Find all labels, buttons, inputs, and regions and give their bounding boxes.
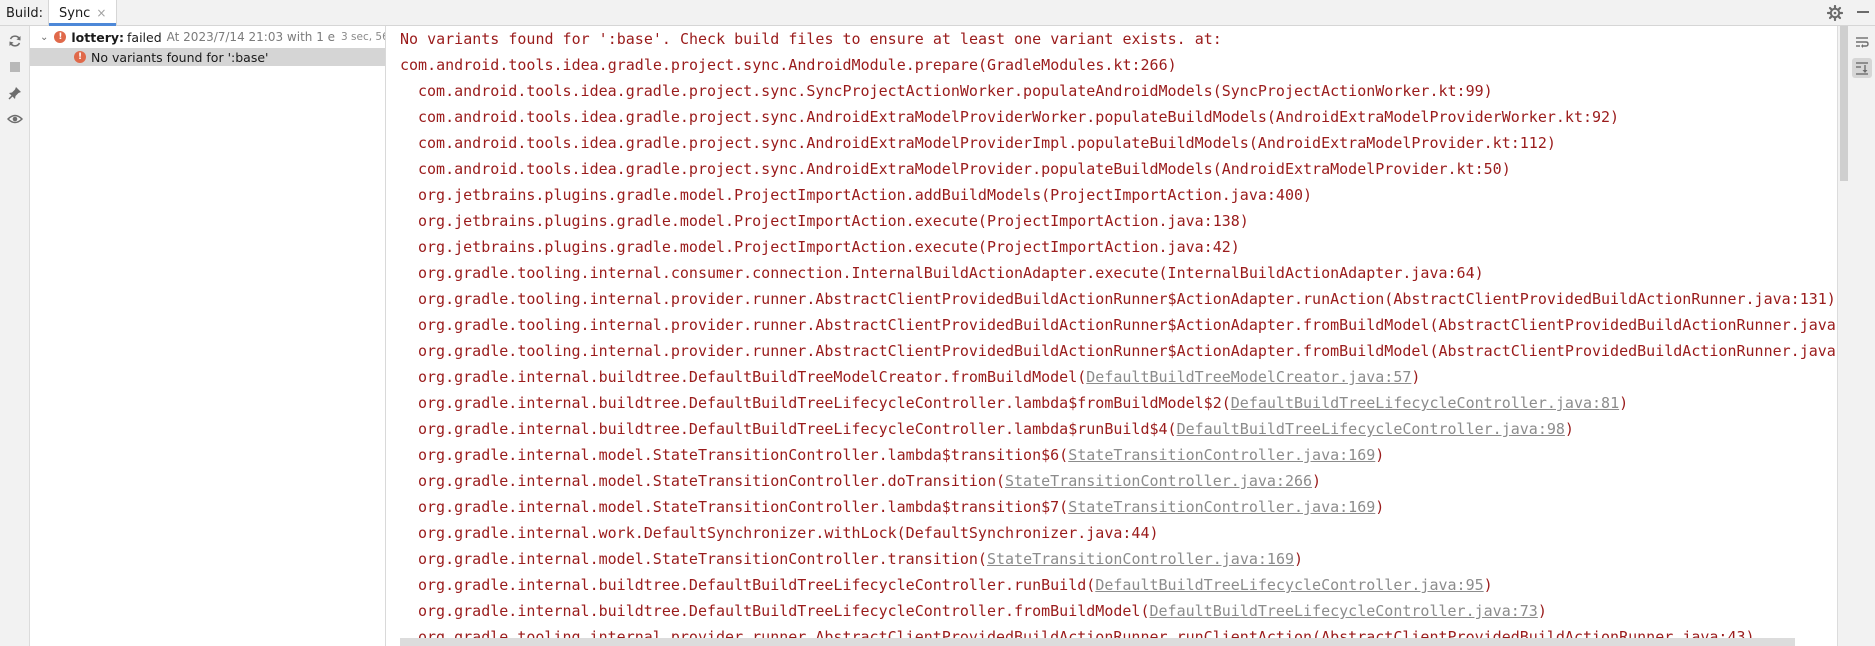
tab-sync-label: Sync [59, 5, 91, 21]
minimize-icon[interactable] [1857, 11, 1869, 13]
pin-icon[interactable] [6, 84, 24, 102]
tool-window-header: Build: Sync × [0, 0, 1875, 26]
source-link[interactable]: StateTransitionController.java:169 [987, 550, 1294, 568]
stack-line: org.gradle.internal.buildtree.DefaultBui… [418, 394, 1629, 412]
tree-child-row[interactable]: ! No variants found for ':base' [30, 48, 385, 66]
right-toolbar [1837, 26, 1875, 646]
source-link[interactable]: StateTransitionController.java:169 [1068, 446, 1375, 464]
stack-line: com.android.tools.idea.gradle.project.sy… [418, 160, 1511, 178]
stack-line: org.gradle.internal.model.StateTransitio… [418, 550, 1304, 568]
build-duration: 3 sec, 56 ms [341, 31, 385, 43]
build-status: failed [127, 29, 162, 45]
stack-line: org.gradle.tooling.internal.provider.run… [418, 290, 1836, 308]
tree-child-label: No variants found for ':base' [91, 49, 269, 65]
gear-icon[interactable] [1825, 3, 1845, 23]
project-name: lottery: [71, 29, 125, 45]
stack-line: org.jetbrains.plugins.gradle.model.Proje… [418, 238, 1240, 256]
stack-line: org.gradle.internal.buildtree.DefaultBui… [418, 368, 1421, 386]
horizontal-scrollbar[interactable] [400, 638, 1795, 646]
console-output[interactable]: No variants found for ':base'. Check bui… [387, 26, 1837, 646]
stack-line: org.gradle.tooling.internal.provider.run… [418, 316, 1837, 334]
stack-line: com.android.tools.idea.gradle.project.sy… [418, 82, 1493, 100]
stack-line: org.gradle.tooling.internal.provider.run… [418, 342, 1837, 360]
chevron-down-icon[interactable]: ⌄ [40, 32, 48, 43]
error-message: No variants found for ':base'. Check bui… [400, 30, 1222, 48]
tab-sync[interactable]: Sync × [48, 0, 118, 26]
close-icon[interactable]: × [96, 7, 106, 19]
source-link[interactable]: StateTransitionController.java:266 [1005, 472, 1312, 490]
stack-line: org.gradle.internal.buildtree.DefaultBui… [418, 420, 1574, 438]
eye-icon[interactable] [6, 110, 24, 128]
source-link[interactable]: DefaultBuildTreeLifecycleController.java… [1150, 602, 1538, 620]
stack-line: org.gradle.internal.model.StateTransitio… [418, 472, 1322, 490]
stack-line: org.gradle.internal.buildtree.DefaultBui… [418, 576, 1493, 594]
stack-line: org.jetbrains.plugins.gradle.model.Proje… [418, 212, 1249, 230]
source-link[interactable]: StateTransitionController.java:169 [1068, 498, 1375, 516]
source-link[interactable]: DefaultBuildTreeLifecycleController.java… [1095, 576, 1483, 594]
source-link[interactable]: DefaultBuildTreeLifecycleController.java… [1231, 394, 1619, 412]
error-icon: ! [74, 51, 86, 63]
build-timestamp: At 2023/7/14 21:03 with 1 e [166, 30, 336, 44]
error-icon: ! [54, 31, 67, 43]
source-link[interactable]: DefaultBuildTreeLifecycleController.java… [1177, 420, 1565, 438]
stack-line: com.android.tools.idea.gradle.project.sy… [418, 134, 1556, 152]
left-toolbar [0, 26, 30, 646]
stack-line: org.gradle.internal.work.DefaultSynchron… [418, 524, 1159, 542]
build-tree: ⌄ ! lottery: failed At 2023/7/14 21:03 w… [30, 26, 386, 646]
stack-line: org.gradle.internal.buildtree.DefaultBui… [418, 602, 1547, 620]
stack-line: org.gradle.internal.model.StateTransitio… [418, 498, 1385, 516]
vertical-scrollbar[interactable] [1840, 26, 1848, 181]
soft-wrap-icon[interactable] [1852, 32, 1872, 52]
sync-icon[interactable] [6, 32, 24, 50]
build-label: Build: [6, 6, 44, 21]
source-link[interactable]: DefaultBuildTreeModelCreator.java:57 [1086, 368, 1411, 386]
tree-root-row[interactable]: ⌄ ! lottery: failed At 2023/7/14 21:03 w… [30, 28, 385, 46]
stop-icon[interactable] [6, 58, 24, 76]
stack-line: com.android.tools.idea.gradle.project.sy… [418, 108, 1620, 126]
scroll-to-end-icon[interactable] [1852, 58, 1872, 78]
stack-line: com.android.tools.idea.gradle.project.sy… [400, 56, 1177, 74]
stack-line: org.jetbrains.plugins.gradle.model.Proje… [418, 186, 1313, 204]
stack-line: org.gradle.internal.model.StateTransitio… [418, 446, 1385, 464]
stack-line: org.gradle.tooling.internal.consumer.con… [418, 264, 1484, 282]
